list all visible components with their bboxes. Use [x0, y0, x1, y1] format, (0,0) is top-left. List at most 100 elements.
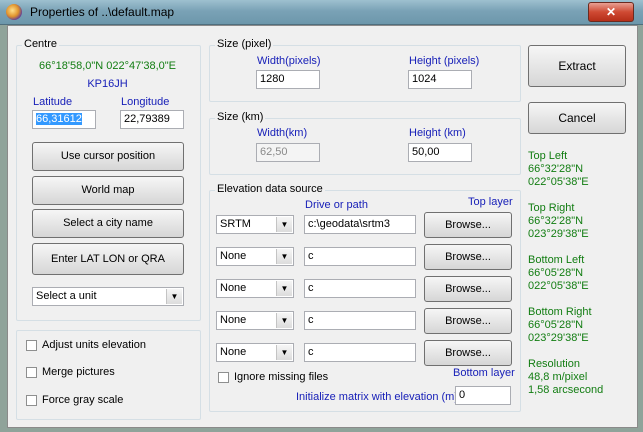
browse-button-3[interactable]: Browse...: [424, 276, 512, 302]
bottom-right-lon: 023°29'38"E: [528, 332, 589, 344]
merge-label: Merge pictures: [42, 366, 115, 378]
merge-checkbox[interactable]: [26, 367, 37, 378]
unit-select-value: Select a unit: [36, 290, 97, 302]
world-map-button[interactable]: World map: [32, 176, 184, 205]
gray-checkbox[interactable]: [26, 395, 37, 406]
cancel-label: Cancel: [558, 111, 596, 125]
use-cursor-button[interactable]: Use cursor position: [32, 142, 184, 171]
top-right-label: Top Right: [528, 202, 575, 214]
browse-button-1[interactable]: Browse...: [424, 212, 512, 238]
bottom-right-lat: 66°05'28"N: [528, 319, 584, 331]
longitude-input[interactable]: 22,79389: [120, 110, 184, 129]
adjust-label: Adjust units elevation: [42, 339, 146, 351]
top-right-lat: 66°32'28"N: [528, 215, 584, 227]
city-button[interactable]: Select a city name: [32, 209, 184, 238]
browse-button-2[interactable]: Browse...: [424, 244, 512, 270]
latitude-value: 66,31612: [36, 113, 82, 125]
source-value-4: None: [220, 314, 247, 326]
browse-label-4: Browse...: [445, 315, 491, 327]
chevron-down-icon[interactable]: ▼: [276, 249, 292, 264]
path-value-2: c: [308, 250, 314, 262]
elevation-group-label: Elevation data source: [215, 183, 325, 195]
height-pixels-value: 1024: [412, 73, 437, 85]
width-km-input: 62,50: [256, 143, 320, 162]
latlon-label: Enter LAT LON or QRA: [51, 253, 165, 265]
top-right-lon: 023°29'38"E: [528, 228, 589, 240]
source-value-2: None: [220, 250, 247, 262]
extract-label: Extract: [558, 59, 596, 73]
source-select-1[interactable]: SRTM ▼: [216, 215, 294, 234]
resolution-arc: 1,58 arcsecond: [528, 384, 604, 396]
world-map-label: World map: [81, 184, 135, 196]
chevron-down-icon[interactable]: ▼: [276, 281, 292, 296]
source-select-3[interactable]: None ▼: [216, 279, 294, 298]
latitude-label: Latitude: [33, 96, 73, 108]
init-matrix-value: 0: [459, 389, 466, 401]
extract-button[interactable]: Extract: [528, 45, 626, 87]
longitude-label: Longitude: [121, 96, 170, 108]
chevron-down-icon[interactable]: ▼: [166, 289, 182, 304]
width-pixels-input[interactable]: 1280: [256, 70, 320, 89]
path-input-3[interactable]: c: [304, 279, 416, 298]
init-matrix-input[interactable]: 0: [455, 386, 511, 405]
longitude-value: 22,79389: [124, 113, 170, 125]
path-value-4: c: [308, 314, 314, 326]
source-select-4[interactable]: None ▼: [216, 311, 294, 330]
width-pixels-value: 1280: [260, 73, 285, 85]
browse-button-4[interactable]: Browse...: [424, 308, 512, 334]
top-layer-label: Top layer: [468, 196, 513, 208]
chevron-down-icon[interactable]: ▼: [276, 345, 292, 360]
unit-select[interactable]: Select a unit ▼: [32, 287, 184, 306]
height-pixels-input[interactable]: 1024: [408, 70, 472, 89]
source-value-5: None: [220, 346, 247, 358]
source-value-1: SRTM: [220, 218, 251, 230]
bottom-layer-label: Bottom layer: [453, 367, 515, 379]
width-km-value: 62,50: [260, 146, 288, 158]
browse-label-2: Browse...: [445, 251, 491, 263]
source-select-2[interactable]: None ▼: [216, 247, 294, 266]
close-button[interactable]: ✕: [588, 2, 634, 22]
browse-label-3: Browse...: [445, 283, 491, 295]
cancel-button[interactable]: Cancel: [528, 102, 626, 134]
app-icon: [6, 4, 22, 20]
window-title: Properties of ..\default.map: [30, 5, 175, 19]
height-km-label: Height (km): [409, 127, 466, 139]
size-km-label: Size (km): [215, 111, 266, 123]
latitude-input[interactable]: 66,31612: [32, 110, 96, 129]
title-bar: Properties of ..\default.map ✕: [0, 0, 643, 25]
height-km-value: 50,00: [412, 146, 440, 158]
browse-button-5[interactable]: Browse...: [424, 340, 512, 366]
init-matrix-label: Initialize matrix with elevation (m): [296, 391, 458, 403]
use-cursor-label: Use cursor position: [60, 150, 156, 162]
path-input-4[interactable]: c: [304, 311, 416, 330]
centre-group-label: Centre: [22, 38, 60, 50]
resolution-m: 48,8 m/pixel: [528, 371, 588, 383]
gray-label: Force gray scale: [42, 394, 124, 406]
bottom-right-label: Bottom Right: [528, 306, 592, 318]
height-km-input[interactable]: 50,00: [408, 143, 472, 162]
path-input-1[interactable]: c:\geodata\srtm3: [304, 215, 416, 234]
path-value-5: c: [308, 346, 314, 358]
bottom-left-lat: 66°05'28"N: [528, 267, 584, 279]
path-value-1: c:\geodata\srtm3: [308, 218, 390, 230]
bottom-left-label: Bottom Left: [528, 254, 585, 266]
top-left-lat: 66°32'28"N: [528, 163, 584, 175]
width-km-label: Width(km): [257, 127, 308, 139]
centre-locator: KP16JH: [87, 78, 128, 90]
height-pixels-label: Height (pixels): [409, 55, 480, 67]
ignore-missing-label: Ignore missing files: [234, 371, 329, 383]
source-select-5[interactable]: None ▼: [216, 343, 294, 362]
adjust-checkbox[interactable]: [26, 340, 37, 351]
chevron-down-icon[interactable]: ▼: [276, 217, 292, 232]
browse-label-5: Browse...: [445, 347, 491, 359]
top-left-lon: 022°05'38"E: [528, 176, 589, 188]
path-input-2[interactable]: c: [304, 247, 416, 266]
drive-path-label: Drive or path: [305, 199, 368, 211]
ignore-missing-checkbox[interactable]: [218, 372, 229, 383]
path-input-5[interactable]: c: [304, 343, 416, 362]
path-value-3: c: [308, 282, 314, 294]
source-value-3: None: [220, 282, 247, 294]
chevron-down-icon[interactable]: ▼: [276, 313, 292, 328]
latlon-button[interactable]: Enter LAT LON or QRA: [32, 243, 184, 275]
centre-coords: 66°18'58,0"N 022°47'38,0"E: [38, 60, 177, 72]
